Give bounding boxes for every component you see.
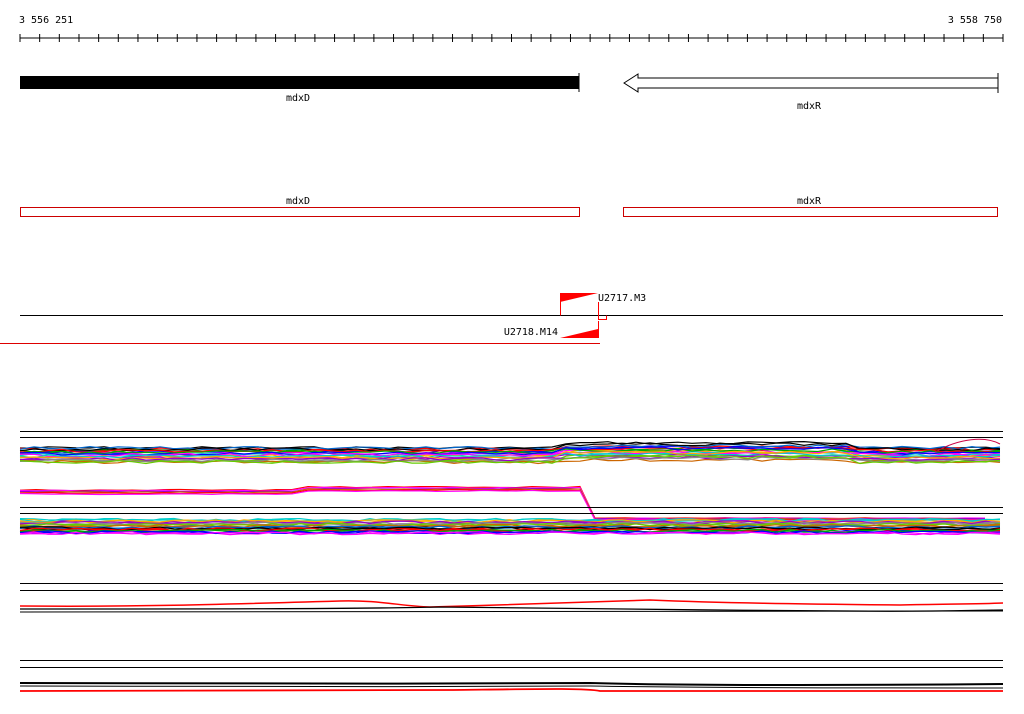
profile-line [19,488,986,521]
profile-line [19,599,1004,608]
coord-start-label: 3 556 251 [19,15,73,26]
gene-mdxR-label: mdxR [797,101,822,112]
profile-line [19,610,1004,613]
feature-track: mdxD mdxR [20,196,998,217]
profile-line [19,688,1004,693]
profile-line [19,685,1004,689]
marker-track: U2717.M3 U2718.M14 [0,293,1003,344]
gene-track: mdxD mdxR [20,73,999,112]
feature-mdxR-label: mdxR [797,196,822,207]
feature-mdxD-box[interactable] [20,207,580,217]
coordinate-ruler: 3 556 251 3 558 750 [19,15,1004,42]
feature-mdxD-label: mdxD [286,196,310,207]
gene-mdxD-label: mdxD [286,93,310,104]
profile-line [19,489,986,522]
expression-profile-tracks [19,431,1004,693]
marker-U2717-tail [598,302,607,320]
feature-mdxR-box[interactable] [623,207,998,217]
genome-browser-canvas: 3 556 251 3 558 750 mdxD mdxR mdxD mdxR … [0,15,1004,693]
profile-line [19,681,1004,686]
gene-mdxD-bar[interactable] [20,76,579,89]
marker-U2718-label: U2718.M14 [504,327,558,338]
coord-end-label: 3 558 750 [948,15,1002,26]
gene-mdxR-arrow[interactable] [623,73,999,93]
marker-U2717-label: U2717.M3 [598,293,646,304]
marker-U2717-flag[interactable] [560,293,598,302]
marker-U2718-flag[interactable] [560,329,598,338]
profile-line [19,606,1004,612]
